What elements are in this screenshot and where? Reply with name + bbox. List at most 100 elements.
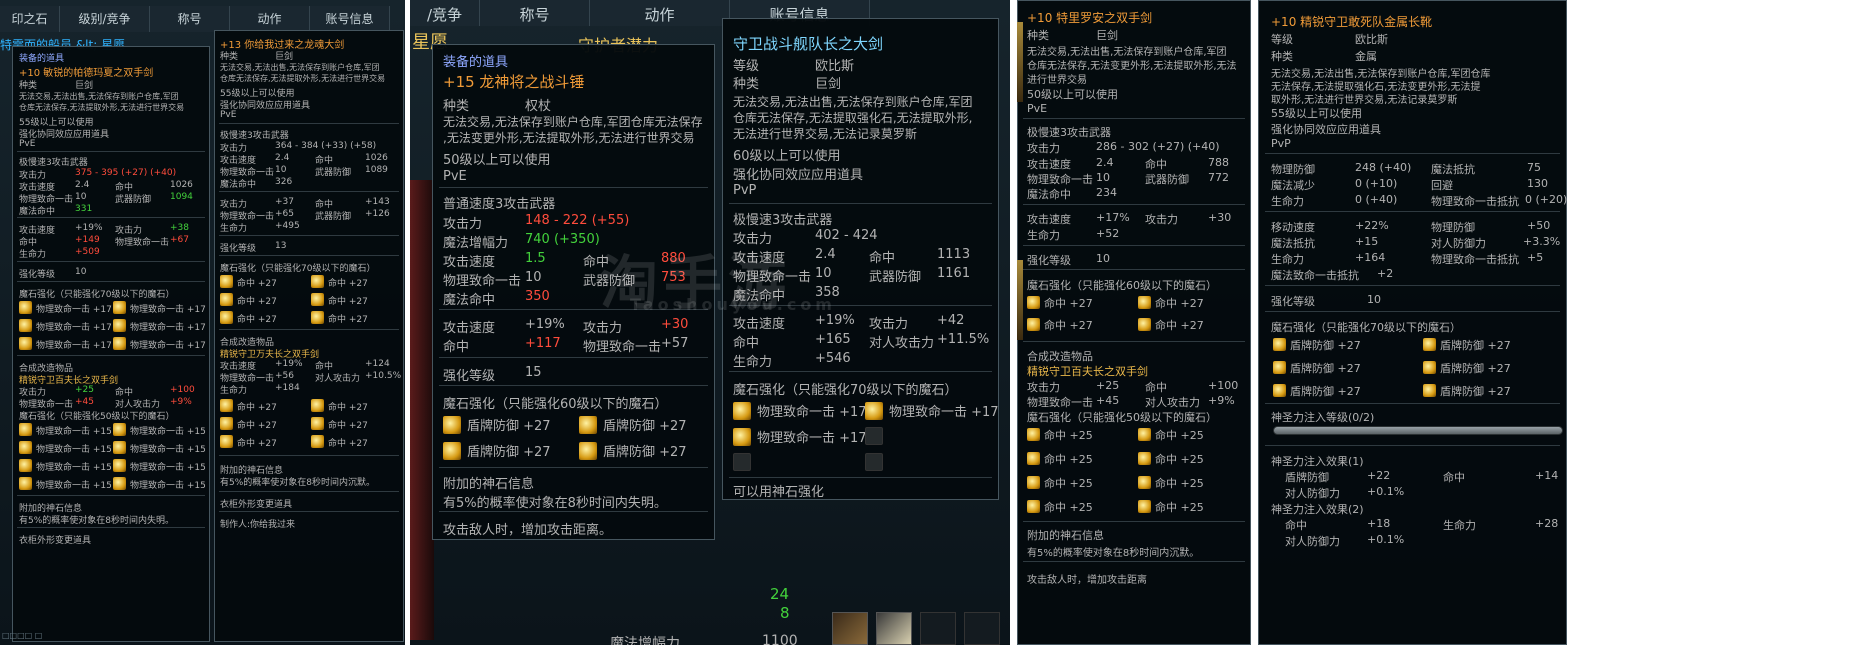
divider: [1265, 445, 1560, 446]
manastone-icon: [113, 301, 126, 314]
background-bottom-key: 魔法增幅力: [610, 636, 680, 645]
screenshot-panel-2: /竞争 称号 动作 账号信息 星愿 守护者潜力 24 8 魔法增幅力 1100 …: [410, 0, 1010, 645]
manastone-title: 魔石强化（只能强化60级以下的魔石）: [443, 397, 668, 412]
manastone-icon: [443, 416, 461, 434]
fusion-manastone-slot: 命中 +25: [1027, 475, 1093, 491]
manastone-slot: 命中 +27: [1138, 317, 1204, 333]
holy1-a-key: 盾牌防御: [1285, 471, 1329, 484]
manastone-icon: [220, 275, 233, 288]
manastone-icon: [311, 435, 324, 448]
side-slot[interactable]: [1017, 260, 1023, 340]
mres-key: 魔法抵抗: [1431, 163, 1475, 176]
crit-val: 10: [525, 270, 542, 285]
tab-header-0[interactable]: 印之石: [0, 6, 60, 32]
divider: [1265, 403, 1560, 404]
divider: [1023, 341, 1245, 342]
header-tabs: 印之石 级别/竞争 称号 动作 账号信息: [0, 6, 405, 32]
atk-val: 375 - 395 (+27) (+40): [75, 168, 177, 178]
desc-line-3: 取外形,无法进行世界交易,无法记录莫罗斯: [1271, 95, 1458, 106]
holy1-a-val: +22: [1367, 469, 1391, 482]
crit-val: 10: [1096, 171, 1110, 184]
atk-val: 286 - 302 (+27) (+40): [1096, 140, 1220, 153]
manastone-icon: [113, 319, 126, 332]
crit-val: 10: [275, 165, 287, 175]
divider: [1023, 245, 1245, 246]
fusion-spd-val: +19%: [275, 359, 303, 369]
manastone-icon: [1027, 296, 1040, 309]
manastone-icon: [19, 477, 32, 490]
type-val: 巨剑: [815, 77, 842, 92]
skin-tag: 衣柜外形变更道具: [19, 536, 92, 546]
manastone-icon: [113, 337, 126, 350]
manastone-empty-slot: [865, 453, 889, 471]
holy-level-title: 神圣力注入等级(0/2): [1271, 411, 1375, 424]
fusion-item-name: 精锐守卫百夫长之双手剑: [1027, 365, 1148, 378]
inventory-slot[interactable]: [964, 612, 1000, 645]
tab-header-2[interactable]: 称号: [150, 6, 230, 32]
item-title: +10 精锐守卫敢死队金属长靴: [1271, 15, 1433, 29]
bonus-atk-key: 攻击力: [869, 317, 909, 332]
fusion-hp-key: 生命力: [220, 386, 248, 396]
parry-val: 1094: [170, 192, 193, 202]
spd-val: 2.4: [75, 180, 90, 190]
parry-val: 1089: [365, 165, 388, 175]
divider: [219, 455, 399, 456]
atk-val: 364 - 384 (+33) (+58): [275, 141, 377, 151]
divider: [1023, 521, 1245, 522]
divider: [219, 491, 399, 492]
inventory-slot[interactable]: [920, 612, 956, 645]
type-val: 巨剑: [1096, 29, 1118, 42]
mhit-val: 350: [525, 289, 550, 304]
inventory-slot[interactable]: [876, 612, 912, 645]
skin-tag: 衣柜外形变更道具: [220, 500, 293, 510]
mhit-key: 魔法命中: [443, 293, 496, 308]
side-slot[interactable]: [1017, 22, 1023, 102]
divider: [17, 151, 205, 152]
tab-header-1[interactable]: 称号: [480, 0, 590, 26]
manastone-title: 魔石强化（只能强化70级以下的魔石）: [733, 383, 958, 398]
manastone-title: 魔石强化（只能强化70级以下的魔石）: [220, 264, 376, 274]
fusion-crit-key: 物理致命一击: [1027, 396, 1093, 409]
manastone-slot: 命中 +27: [220, 293, 277, 307]
manastone-slot: 盾牌防御 +27: [1273, 360, 1361, 376]
desc-line-1: 无法交易,无法出售,无法保存到账户仓库,军团: [220, 63, 380, 72]
weapon-type: 普通速度3攻击武器: [443, 197, 556, 212]
hit-val: 1113: [937, 247, 971, 262]
parry-key: 武器防御: [115, 195, 152, 205]
enhance-synergy: 强化协同效应应用道具: [1271, 123, 1381, 136]
crit-key: 物理致命一击: [443, 274, 522, 289]
weapon-type: 极慢速3攻击武器: [220, 131, 289, 141]
holy-effect-title-2: 神圣力注入效果(2): [1271, 503, 1364, 516]
manastone-icon: [1423, 338, 1436, 351]
divider: [1023, 204, 1245, 205]
manastone-icon: [1027, 452, 1040, 465]
inventory-slot[interactable]: [832, 612, 868, 645]
item-title: 守卫战斗舰队长之大剑: [733, 35, 884, 53]
manastone-slot: 物理致命一击 +17: [19, 337, 112, 351]
pvp-tag: PvP: [733, 183, 757, 198]
tab-header-4[interactable]: 账号信息: [310, 6, 390, 32]
bonus-mcres-val: +2: [1377, 267, 1394, 280]
fusion-manastone-title: 魔石强化（只能强化50级以下的魔石）: [1027, 411, 1217, 424]
divider: [729, 203, 992, 204]
type-key: 种类: [220, 52, 239, 62]
tab-header-3[interactable]: 动作: [230, 6, 310, 32]
bonus-spd-val: +19%: [525, 317, 565, 332]
manastone-icon: [220, 311, 233, 324]
tab-header-0[interactable]: /竞争: [410, 0, 480, 26]
divider: [219, 329, 399, 330]
enhance-level-key: 强化等级: [1271, 295, 1315, 308]
holy2-a-val: +18: [1367, 517, 1391, 530]
tab-header-2[interactable]: 动作: [590, 0, 730, 26]
fusion-manastone-slot: 物理致命一击 +15: [113, 423, 206, 437]
desc-line-3: 无法进行世界交易,无法记录莫罗斯: [733, 127, 917, 141]
fusion-manastone-slot: 命中 +27: [311, 399, 368, 413]
bonus-hit-val: +117: [525, 336, 561, 351]
bonus-crit-key: 物理致命一击: [583, 340, 662, 355]
fusion-manastone-slot: 命中 +25: [1138, 475, 1204, 491]
grade-key: 等级: [733, 59, 760, 74]
tab-header-1[interactable]: 级别/竞争: [60, 6, 150, 32]
pve-tag: PvE: [443, 169, 467, 184]
fusion-atk-val: +25: [1096, 379, 1120, 392]
manastone-icon: [311, 417, 324, 430]
